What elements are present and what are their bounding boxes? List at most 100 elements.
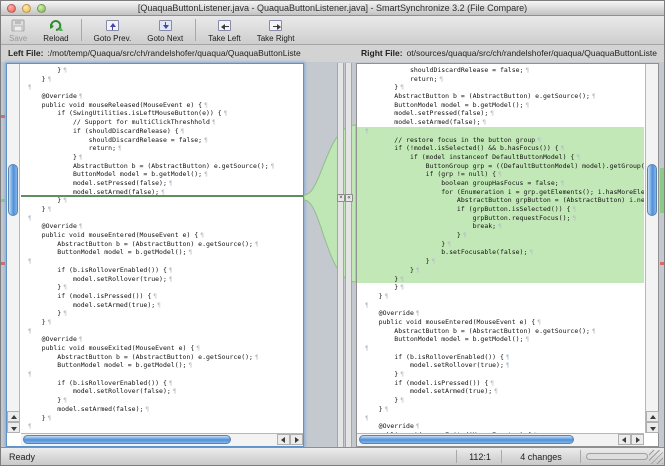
paragraph-mark-icon: ¶	[592, 93, 596, 100]
scroll-right-button[interactable]	[631, 434, 644, 445]
code-line: ¶	[26, 83, 303, 92]
take-right-button[interactable]: Take Right	[249, 16, 303, 44]
take-left-button[interactable]: Take Left	[200, 16, 248, 44]
left-vertical-scrollbar[interactable]	[7, 64, 20, 433]
paragraph-mark-icon: ¶	[48, 76, 52, 83]
save-icon	[10, 18, 26, 33]
paragraph-mark-icon: ¶	[400, 276, 404, 283]
left-horizontal-scrollbar[interactable]	[21, 433, 303, 446]
paragraph-mark-icon: ¶	[576, 154, 580, 161]
scroll-right-button[interactable]	[290, 434, 303, 445]
code-line: if (shouldDiscardRelease) {¶	[26, 127, 303, 136]
take-right-icon	[268, 18, 284, 33]
scroll-up-button[interactable]	[7, 411, 20, 422]
paragraph-mark-icon: ¶	[157, 302, 161, 309]
paragraph-mark-icon: ¶	[196, 345, 200, 352]
paragraph-mark-icon: ¶	[169, 180, 173, 187]
paragraph-mark-icon: ¶	[447, 241, 451, 248]
diff-gutter: × «	[304, 63, 356, 447]
left-vertical-scrollbar-thumb[interactable]	[8, 164, 18, 216]
paragraph-mark-icon: ¶	[63, 67, 67, 74]
code-line: ButtonGroup grp = ((DefaultButtonModel) …	[357, 162, 644, 171]
paragraph-mark-icon: ¶	[28, 215, 32, 222]
scroll-left-button[interactable]	[618, 434, 631, 445]
right-vertical-scrollbar-thumb[interactable]	[647, 164, 657, 216]
scroll-left-button[interactable]	[277, 434, 290, 445]
code-line: AbstractButton b = (AbstractButton) e.ge…	[26, 162, 303, 171]
minimize-button[interactable]	[22, 4, 31, 13]
code-line: ButtonModel model = b.getModel();¶	[363, 101, 644, 110]
paragraph-mark-icon: ¶	[482, 119, 486, 126]
right-overview-ruler	[660, 63, 665, 447]
scroll-down-button[interactable]	[7, 422, 20, 433]
goto-next-icon	[157, 18, 173, 33]
code-line: ButtonModel model = b.getModel();¶	[363, 335, 644, 344]
progress-track	[586, 453, 648, 460]
paragraph-mark-icon: ¶	[365, 302, 369, 309]
goto-prev-button[interactable]: Goto Prev.	[86, 16, 140, 44]
code-line: }¶	[357, 257, 644, 266]
code-line: model.setRollover(true);¶	[363, 361, 644, 370]
paragraph-mark-icon: ¶	[572, 215, 576, 222]
code-line: AbstractButton b = (AbstractButton) e.ge…	[363, 327, 644, 336]
paragraph-mark-icon: ¶	[63, 310, 67, 317]
paragraph-mark-icon: ¶	[173, 388, 177, 395]
paragraph-mark-icon: ¶	[365, 415, 369, 422]
right-horizontal-scrollbar-thumb[interactable]	[359, 435, 574, 444]
reject-change-button[interactable]: ×	[337, 194, 345, 202]
right-code-editor[interactable]: shouldDiscardRelease = false;¶ return;¶ …	[357, 64, 644, 433]
paragraph-mark-icon: ¶	[28, 371, 32, 378]
close-button[interactable]	[7, 4, 16, 13]
code-line: }¶	[357, 231, 644, 240]
code-line: b.setFocusable(false);¶	[357, 248, 644, 257]
paragraph-mark-icon: ¶	[28, 423, 32, 430]
paragraph-mark-icon: ¶	[153, 293, 157, 300]
save-button[interactable]: Save	[1, 16, 35, 44]
paragraph-mark-icon: ¶	[498, 223, 502, 230]
paragraph-mark-icon: ¶	[169, 380, 173, 387]
scroll-up-button[interactable]	[646, 411, 659, 422]
code-line: if (grp != null) {¶	[357, 170, 644, 179]
reload-button[interactable]: Reload	[35, 16, 76, 44]
code-line: model.setArmed(false);¶	[363, 118, 644, 127]
status-message: Ready	[9, 452, 35, 462]
resize-grip[interactable]	[649, 450, 663, 464]
overview-mark-red	[1, 262, 5, 265]
paragraph-mark-icon: ¶	[200, 232, 204, 239]
paragraph-mark-icon: ¶	[400, 284, 404, 291]
code-line: ¶	[26, 422, 303, 431]
right-file-pane: shouldDiscardRelease = false;¶ return;¶ …	[356, 63, 659, 447]
right-horizontal-scrollbar[interactable]	[357, 433, 644, 446]
left-code-editor[interactable]: }¶ }¶¶ @Override¶ public void mouseRelea…	[21, 64, 303, 433]
code-line: public void mouseReleased(MouseEvent e) …	[26, 101, 303, 110]
code-line: model.setRollover(true);¶	[26, 275, 303, 284]
code-line: if (b.isRolloverEnabled()) {¶	[363, 353, 644, 362]
code-line: break;¶	[357, 222, 644, 231]
code-line: ButtonModel model = b.getModel();¶	[26, 248, 303, 257]
code-line: ¶	[363, 344, 644, 353]
paragraph-mark-icon: ¶	[385, 406, 389, 413]
code-line: AbstractButton b = (AbstractButton) e.ge…	[363, 92, 644, 101]
scroll-down-button[interactable]	[646, 422, 659, 433]
paragraph-mark-icon: ¶	[63, 284, 67, 291]
paragraph-mark-icon: ¶	[439, 76, 443, 83]
left-file-path: :/mot/temp/Quaqua/src/ch/randelshofer/qu…	[47, 48, 300, 58]
code-line: }¶	[357, 275, 644, 284]
code-line: shouldDiscardRelease = false;¶	[26, 136, 303, 145]
paragraph-mark-icon: ¶	[365, 345, 369, 352]
left-overview-ruler	[1, 63, 5, 447]
code-line: for (Enumeration i = grp.getElements(); …	[357, 188, 644, 197]
code-line: @Override¶	[363, 422, 644, 431]
title-bar[interactable]: [QuaquaButtonListener.java - QuaquaButto…	[1, 1, 664, 16]
paragraph-mark-icon: ¶	[181, 128, 185, 135]
paragraph-mark-icon: ¶	[28, 258, 32, 265]
goto-next-button[interactable]: Goto Next	[139, 16, 191, 44]
left-file-pane: }¶ }¶¶ @Override¶ public void mouseRelea…	[6, 63, 304, 447]
paragraph-mark-icon: ¶	[490, 380, 494, 387]
right-vertical-scrollbar[interactable]	[645, 64, 658, 433]
zoom-button[interactable]	[37, 4, 46, 13]
status-separator	[456, 450, 457, 463]
paragraph-mark-icon: ¶	[561, 145, 565, 152]
take-change-left-button[interactable]: «	[345, 194, 353, 202]
left-horizontal-scrollbar-thumb[interactable]	[23, 435, 231, 444]
